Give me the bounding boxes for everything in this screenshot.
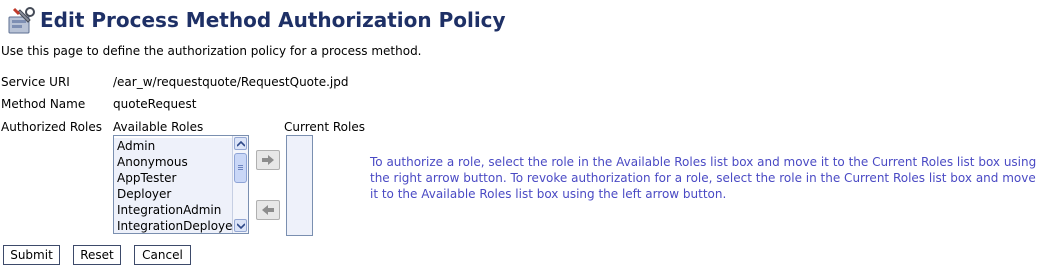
current-roles-listbox[interactable]: [286, 135, 313, 236]
role-option[interactable]: IntegrationAdmin: [114, 202, 232, 218]
left-arrow-icon: [262, 205, 274, 215]
role-option[interactable]: IntegrationDeployer: [114, 218, 237, 233]
help-text: To authorize a role, select the role in …: [370, 155, 1037, 201]
role-option[interactable]: Admin: [114, 138, 232, 154]
available-roles-label: Available Roles: [113, 120, 204, 134]
right-arrow-icon: [262, 155, 274, 165]
process-tools-icon: [6, 6, 36, 36]
listbox-scrollbar[interactable]: [232, 136, 248, 233]
submit-button[interactable]: Submit: [3, 245, 60, 265]
available-roles-listbox[interactable]: Admin Anonymous AppTester Deployer Integ…: [113, 135, 249, 234]
role-option[interactable]: AppTester: [114, 170, 232, 186]
cancel-button[interactable]: Cancel: [134, 245, 191, 265]
method-name-value: quoteRequest: [113, 97, 197, 111]
scroll-up-icon[interactable]: [234, 137, 247, 150]
service-uri-label: Service URI: [1, 75, 70, 89]
scroll-thumb[interactable]: [234, 153, 247, 183]
move-left-button[interactable]: [256, 200, 280, 220]
service-uri-value: /ear_w/requestquote/RequestQuote.jpd: [113, 75, 349, 89]
current-roles-label: Current Roles: [284, 120, 365, 134]
page-description: Use this page to define the authorizatio…: [1, 44, 422, 58]
method-name-label: Method Name: [1, 97, 86, 111]
move-right-button[interactable]: [256, 150, 280, 170]
available-roles-items: Admin Anonymous AppTester Deployer Integ…: [114, 138, 237, 233]
page-title: Edit Process Method Authorization Policy: [40, 8, 506, 32]
role-option[interactable]: Deployer: [114, 186, 232, 202]
authorized-roles-label: Authorized Roles: [1, 120, 102, 134]
reset-button[interactable]: Reset: [73, 245, 121, 265]
scroll-down-icon[interactable]: [234, 219, 247, 232]
role-option[interactable]: Anonymous: [114, 154, 232, 170]
